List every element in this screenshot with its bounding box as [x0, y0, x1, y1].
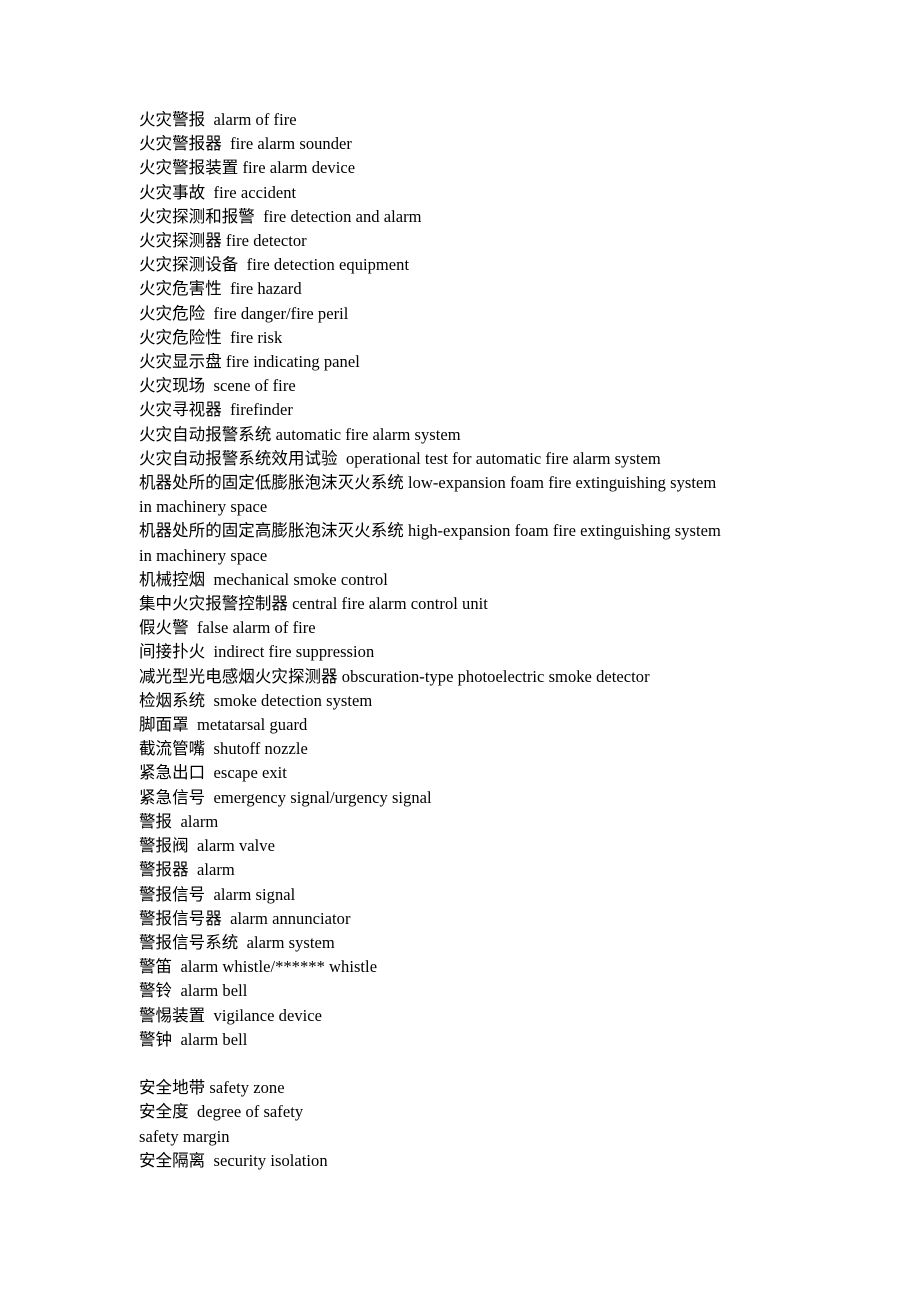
glossary-entry: 火灾探测设备 fire detection equipment: [139, 255, 410, 275]
glossary-entry: 警报器 alarm: [139, 860, 235, 880]
glossary-entry: 机器处所的固定低膨胀泡沫灭火系统 low-expansion foam fire…: [139, 473, 721, 517]
glossary-entry: 火灾自动报警系统效用试验 operational test for automa…: [139, 448, 661, 468]
glossary-entry: 紧急出口 escape exit: [139, 763, 287, 783]
glossary-entry: 机器处所的固定高膨胀泡沫灭火系统 high-expansion foam fir…: [139, 521, 726, 565]
glossary-entry: 警笛 alarm whistle/****** whistle: [139, 957, 378, 977]
glossary-entry: 间接扑火 indirect fire suppression: [139, 642, 375, 662]
glossary-entry: 警报信号系统 alarm system: [139, 932, 335, 952]
glossary-entry: 火灾探测器 fire detector: [139, 231, 307, 251]
glossary-entry: 警报信号器 alarm annunciator: [139, 908, 351, 928]
glossary-entry: 安全隔离 security isolation: [139, 1150, 328, 1170]
glossary-entry: 火灾警报器 fire alarm sounder: [139, 134, 352, 154]
glossary-entry: 安全地带 safety zone: [139, 1078, 285, 1098]
glossary-entry: 火灾警报装置 fire alarm device: [139, 158, 356, 178]
glossary-body: 火灾警报 alarm of fire 火灾警报器 fire alarm soun…: [139, 108, 727, 1173]
glossary-entry: 截流管嘴 shutoff nozzle: [139, 739, 308, 759]
glossary-entry: 火灾危害性 fire hazard: [139, 279, 302, 299]
glossary-entry: 火灾探测和报警 fire detection and alarm: [139, 206, 422, 226]
glossary-entry: 火灾事故 fire accident: [139, 182, 297, 202]
glossary-entry: 火灾寻视器 firefinder: [139, 400, 293, 420]
glossary-entry: 警惕装置 vigilance device: [139, 1005, 323, 1025]
glossary-entry: 火灾警报 alarm of fire: [139, 110, 297, 129]
glossary-entry: 假火警 false alarm of fire: [139, 618, 316, 638]
glossary-entry: 火灾自动报警系统 automatic fire alarm system: [139, 424, 461, 444]
glossary-entry: 检烟系统 smoke detection system: [139, 690, 373, 710]
glossary-entry: 减光型光电感烟火灾探测器 obscuration-type photoelect…: [139, 666, 650, 686]
glossary-entry: 集中火灾报警控制器 central fire alarm control uni…: [139, 594, 488, 614]
glossary-entry: 火灾现场 scene of fire: [139, 376, 296, 396]
glossary-entry: 警报阀 alarm valve: [139, 836, 275, 856]
glossary-entry: 脚面罩 metatarsal guard: [139, 715, 308, 735]
glossary-entry: 安全度 degree of safety: [139, 1102, 304, 1122]
glossary-entry: 警钟 alarm bell: [139, 1029, 248, 1049]
glossary-entry: 警铃 alarm bell: [139, 981, 248, 1001]
glossary-entry: 警报 alarm: [139, 811, 219, 831]
glossary-entry: 火灾危险 fire danger/fire peril: [139, 303, 349, 323]
glossary-entry: 紧急信号 emergency signal/urgency signal: [139, 787, 432, 807]
glossary-entry: 机械控烟 mechanical smoke control: [139, 569, 388, 589]
glossary-entry: 火灾危险性 fire risk: [139, 327, 283, 347]
document-page: 火灾警报 alarm of fire 火灾警报器 fire alarm soun…: [0, 0, 920, 1302]
glossary-entry: safety margin: [139, 1126, 230, 1146]
glossary-entry: 警报信号 alarm signal: [139, 884, 296, 904]
glossary-entry: 火灾显示盘 fire indicating panel: [139, 352, 360, 372]
